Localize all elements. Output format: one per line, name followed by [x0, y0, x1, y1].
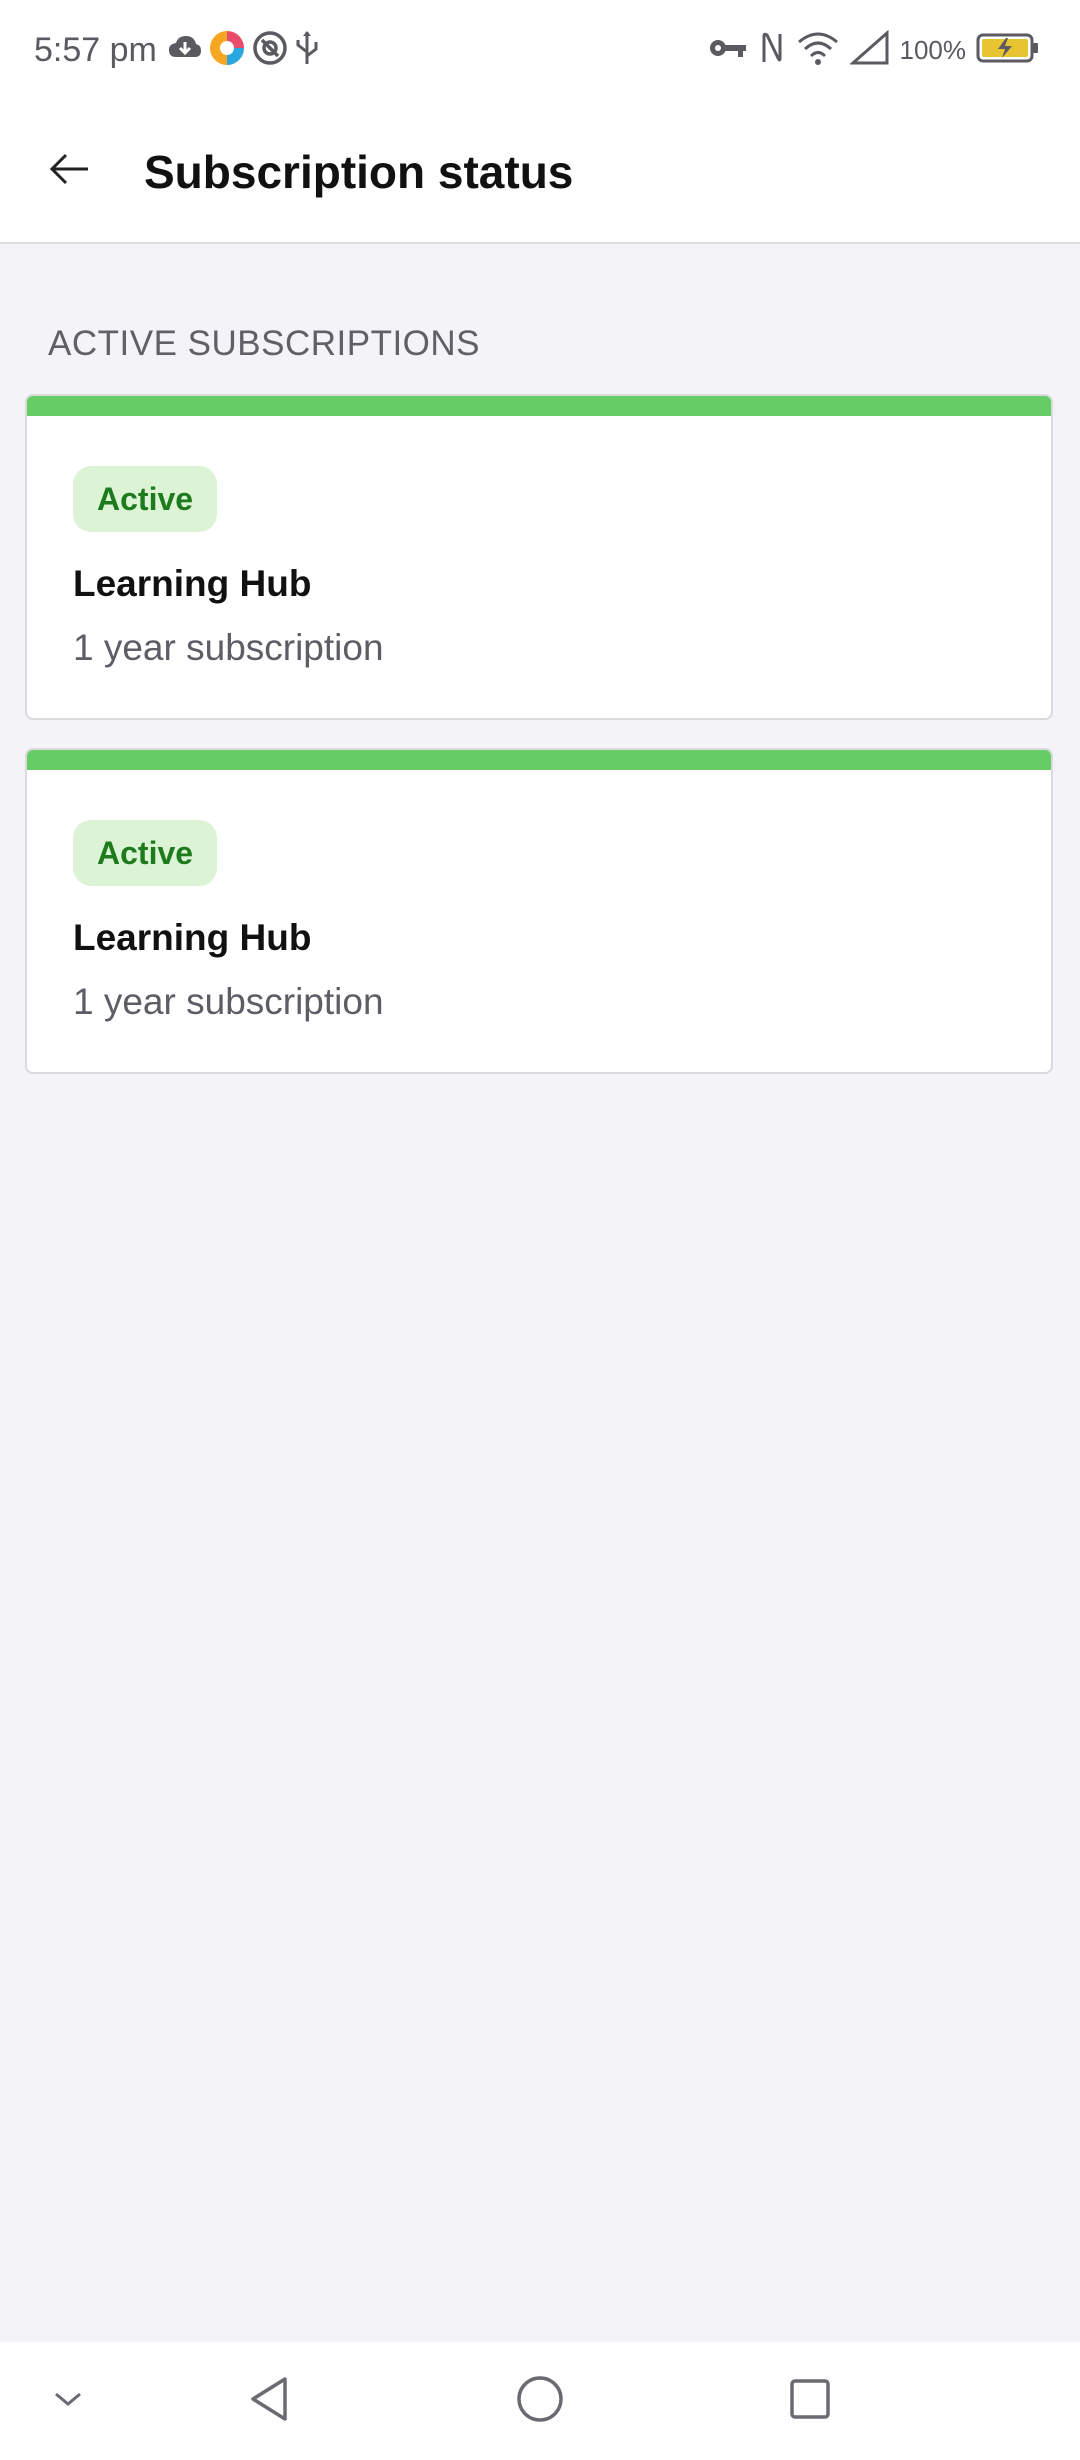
- system-nav-bar: [0, 2342, 1080, 2460]
- nav-home-button[interactable]: [505, 2366, 575, 2436]
- battery-percent: 100%: [899, 35, 967, 65]
- nav-back-button[interactable]: [234, 2366, 304, 2436]
- subscription-name: Learning Hub: [73, 917, 312, 958]
- nav-recents-button[interactable]: [775, 2366, 845, 2436]
- cloud-download-icon: [168, 33, 202, 68]
- app-colorful-icon: [208, 29, 246, 72]
- status-time: 5:57 pm: [34, 31, 157, 69]
- cellular-signal-icon: [848, 29, 890, 71]
- vpn-key-icon: [708, 35, 748, 66]
- status-left-icons: [168, 30, 320, 70]
- status-right-icons: 100%: [708, 28, 1041, 72]
- subscription-name: Learning Hub: [73, 563, 312, 604]
- battery-charging-icon: [976, 32, 1040, 69]
- card-status-bar: [27, 750, 1051, 770]
- chevron-down-icon: [52, 2389, 84, 2414]
- status-badge: Active: [73, 466, 218, 532]
- app-bar: Subscription status: [0, 100, 1080, 244]
- subscription-card[interactable]: Active Learning Hub 1 year subscription: [25, 394, 1053, 720]
- at-sign-icon: [252, 30, 288, 71]
- subscription-card[interactable]: Active Learning Hub 1 year subscription: [25, 748, 1053, 1074]
- arrow-left-icon: [48, 151, 92, 192]
- wifi-icon: [796, 30, 840, 71]
- back-button[interactable]: [30, 131, 110, 211]
- screen: 5:57 pm 100% Subscription status ACTIVE …: [0, 0, 1080, 2460]
- usb-icon: [294, 30, 320, 71]
- nfc-icon: [758, 30, 786, 71]
- subscription-plan: 1 year subscription: [73, 981, 384, 1022]
- subscription-plan: 1 year subscription: [73, 627, 384, 668]
- home-circle-icon: [515, 2374, 565, 2429]
- recents-square-icon: [788, 2377, 832, 2426]
- card-status-bar: [27, 396, 1051, 416]
- back-triangle-icon: [247, 2375, 291, 2428]
- status-badge: Active: [73, 820, 218, 886]
- status-bar: 5:57 pm 100%: [0, 0, 1080, 100]
- page-title: Subscription status: [144, 146, 574, 198]
- section-header: ACTIVE SUBSCRIPTIONS: [48, 324, 481, 363]
- nav-collapse-button[interactable]: [33, 2366, 103, 2436]
